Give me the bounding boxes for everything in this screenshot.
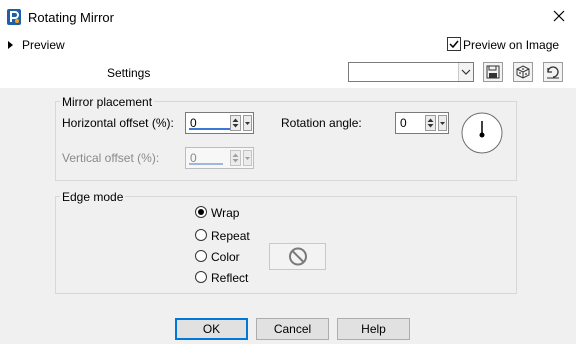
preview-on-image-label: Preview on Image <box>463 38 560 52</box>
chevron-down-icon[interactable] <box>243 115 252 131</box>
settings-label: Settings <box>107 66 151 80</box>
rotation-angle-input[interactable]: 0 <box>395 112 449 134</box>
radio-repeat-label: Repeat <box>211 229 250 243</box>
randomize-button[interactable] <box>513 62 533 82</box>
rotation-dial-icon[interactable] <box>460 111 504 155</box>
ok-button[interactable]: OK <box>175 318 248 340</box>
rotation-angle-label: Rotation angle: <box>281 116 362 130</box>
vertical-offset-input[interactable]: 0 <box>185 147 254 169</box>
value-underline <box>189 163 223 165</box>
preview-on-image-checkbox[interactable] <box>447 37 461 51</box>
window-title: Rotating Mirror <box>28 10 114 25</box>
psp-app-icon <box>6 8 22 26</box>
radio-reflect-label: Reflect <box>211 271 249 285</box>
edge-mode-label: Edge mode <box>60 190 126 204</box>
radio-wrap-label: Wrap <box>211 206 240 220</box>
no-color-icon <box>289 247 307 266</box>
chevron-down-icon[interactable] <box>458 63 473 81</box>
reset-icon <box>547 66 559 79</box>
radio-reflect[interactable] <box>195 271 207 283</box>
radio-wrap[interactable] <box>195 206 207 218</box>
horizontal-offset-label: Horizontal offset (%): <box>62 116 174 130</box>
spin-updown-icon[interactable] <box>425 115 436 131</box>
radio-repeat[interactable] <box>195 229 207 241</box>
preview-toggle[interactable]: Preview <box>8 38 65 52</box>
close-icon[interactable] <box>551 8 567 24</box>
spin-updown-icon[interactable] <box>230 150 241 166</box>
radio-selected-dot <box>198 209 204 215</box>
randomize-dice-icon <box>516 65 530 79</box>
save-preset-button[interactable] <box>483 62 503 82</box>
vertical-offset-label: Vertical offset (%): <box>62 151 160 165</box>
preview-label: Preview <box>22 38 65 52</box>
checkmark-icon <box>449 40 459 49</box>
expand-arrow-icon <box>8 41 13 49</box>
color-swatch[interactable] <box>269 243 326 270</box>
save-preset-icon <box>486 65 500 79</box>
radio-color[interactable] <box>195 250 207 262</box>
radio-color-label: Color <box>211 250 240 264</box>
help-button[interactable]: Help <box>337 318 410 340</box>
chevron-down-icon[interactable] <box>438 115 447 131</box>
value-underline <box>189 128 231 130</box>
reset-button[interactable] <box>543 62 563 82</box>
mirror-placement-label: Mirror placement <box>60 95 155 109</box>
settings-combo[interactable] <box>348 62 474 82</box>
horizontal-offset-input[interactable]: 0 <box>185 112 254 134</box>
chevron-down-icon[interactable] <box>243 150 252 166</box>
cancel-button[interactable]: Cancel <box>256 318 329 340</box>
rotation-angle-value: 0 <box>400 116 407 130</box>
spin-updown-icon[interactable] <box>230 115 241 131</box>
